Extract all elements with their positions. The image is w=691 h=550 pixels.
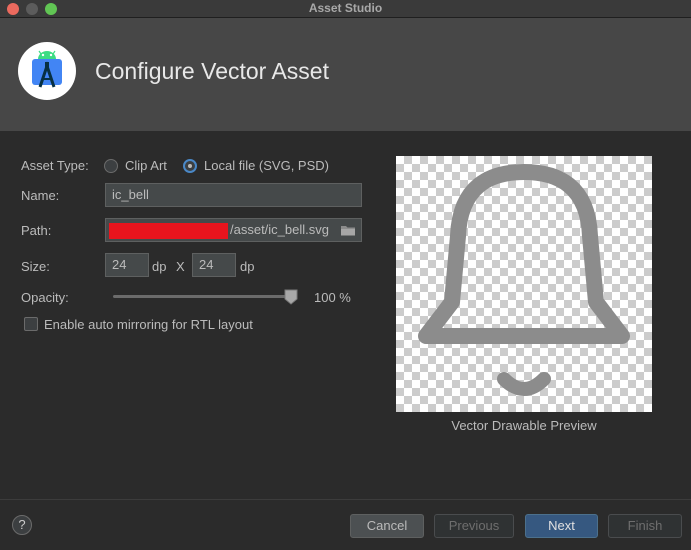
height-field[interactable]: 24 — [192, 253, 236, 277]
name-field[interactable]: ic_bell — [105, 183, 362, 207]
clip-art-label[interactable]: Clip Art — [125, 158, 167, 173]
rtl-mirroring-checkbox[interactable] — [24, 317, 38, 331]
width-unit: dp — [152, 259, 167, 274]
previous-button[interactable]: Previous — [434, 514, 514, 538]
name-label: Name: — [21, 188, 60, 203]
cancel-button[interactable]: Cancel — [350, 514, 424, 538]
path-label: Path: — [21, 223, 52, 238]
opacity-slider-track[interactable] — [113, 295, 297, 298]
page-title: Configure Vector Asset — [95, 58, 329, 84]
width-field[interactable]: 24 — [105, 253, 149, 277]
opacity-label: Opacity: — [21, 290, 69, 305]
folder-icon[interactable] — [340, 223, 356, 237]
wizard-footer: ? Cancel Previous Next Finish — [0, 499, 691, 550]
preview-caption: Vector Drawable Preview — [451, 418, 597, 433]
window-title: Asset Studio — [308, 1, 383, 15]
next-button[interactable]: Next — [525, 514, 598, 538]
opacity-slider-thumb[interactable] — [284, 289, 298, 305]
rtl-mirroring-label[interactable]: Enable auto mirroring for RTL layout — [44, 317, 253, 332]
finish-button[interactable]: Finish — [608, 514, 682, 538]
wizard-header: Configure Vector Asset — [0, 18, 691, 131]
size-separator: X — [176, 259, 185, 274]
help-button[interactable]: ? — [12, 515, 32, 535]
opacity-value: 100 % — [314, 290, 351, 305]
android-studio-logo — [18, 42, 76, 100]
size-label: Size: — [21, 259, 50, 274]
configure-panel: Asset Type: Clip Art Local file (SVG, PS… — [0, 131, 691, 499]
title-bar: Asset Studio — [0, 0, 691, 18]
vector-preview — [396, 156, 652, 412]
clip-art-radio[interactable] — [104, 159, 118, 173]
height-unit: dp — [240, 259, 255, 274]
asset-type-label: Asset Type: — [21, 158, 89, 173]
android-studio-icon — [32, 50, 62, 88]
bell-icon — [418, 164, 630, 396]
local-file-label[interactable]: Local file (SVG, PSD) — [204, 158, 329, 173]
path-redaction — [109, 223, 228, 239]
local-file-radio[interactable] — [183, 159, 197, 173]
